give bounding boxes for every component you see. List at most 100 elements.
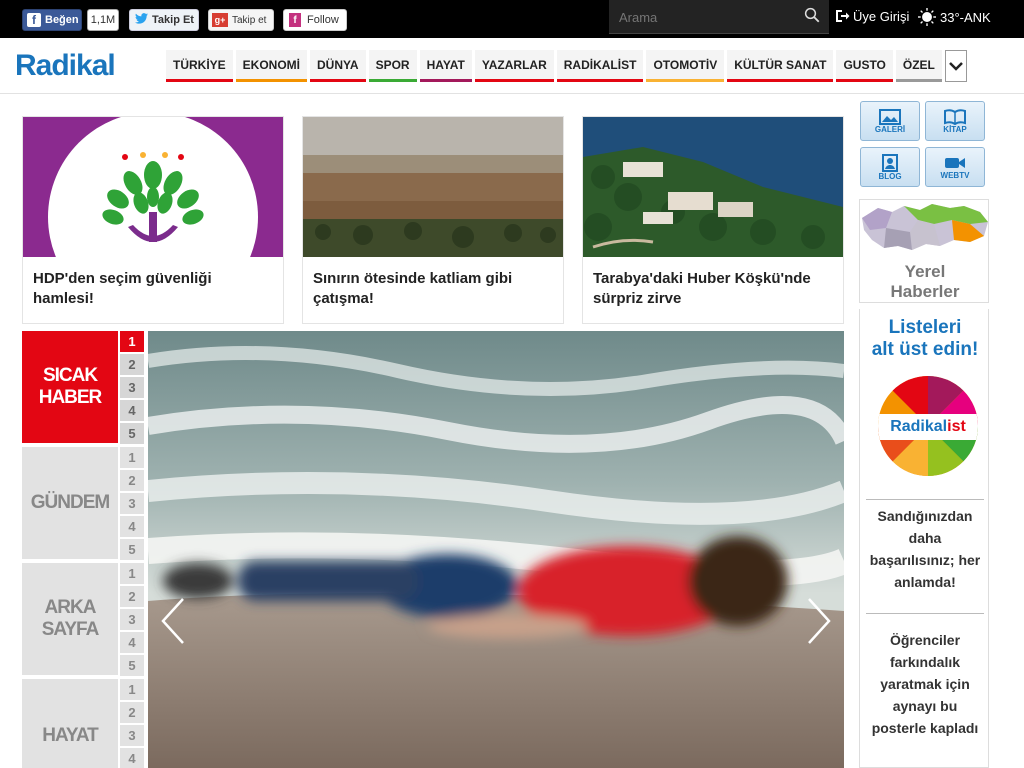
login-link[interactable]: Üye Girişi: [834, 8, 909, 24]
nav-item-ekonomi[interactable]: EKONOMİ: [235, 50, 308, 82]
gallery-button[interactable]: GALERİ: [860, 101, 920, 141]
book-icon: [944, 108, 966, 125]
nav-item-kultur-sanat[interactable]: KÜLTÜR SANAT: [727, 50, 834, 82]
nav-item-turkiye[interactable]: TÜRKİYE: [166, 50, 233, 82]
divider: [866, 613, 984, 614]
tab-hayat[interactable]: HAYAT 1 2 3 4: [22, 679, 148, 768]
webtv-label: WEBTV: [940, 170, 970, 180]
nav-item-label: DÜNYA: [317, 57, 359, 72]
nav-more-button[interactable]: [944, 50, 967, 82]
tab-number[interactable]: 2: [120, 702, 144, 723]
gplus-follow-button[interactable]: g+ Takip et: [208, 9, 274, 31]
nav-item-spor[interactable]: SPOR: [368, 50, 417, 82]
tab-number[interactable]: 1: [120, 679, 144, 700]
nav-item-label: GUSTO: [843, 57, 886, 72]
tab-number[interactable]: 1: [120, 331, 144, 352]
tab-number[interactable]: 1: [120, 563, 144, 584]
slider-tabs: SICAK HABER 1 2 3 4 5 GÜNDEM 1 2 3 4 5 AR…: [22, 331, 148, 768]
nav-item-yazarlar[interactable]: YAZARLAR: [474, 50, 554, 82]
nav-item-label: HAYAT: [426, 57, 465, 72]
gplus-follow-label: Takip et: [232, 14, 267, 26]
weather-widget[interactable]: 33°-ANK: [918, 8, 991, 26]
nav-item-label: TÜRKİYE: [173, 57, 226, 72]
tab-number[interactable]: 5: [120, 539, 144, 560]
blog-label: BLOG: [878, 171, 902, 181]
chevron-down-icon: [949, 62, 963, 71]
slider-next-arrow-icon[interactable]: [804, 596, 834, 646]
nav-item-radikalist[interactable]: RADİKALİST: [556, 50, 644, 82]
promo-text-1[interactable]: Sandığınızdan daha başarılısınız; her an…: [866, 505, 984, 593]
tab-label[interactable]: SICAK HABER: [22, 331, 118, 443]
tab-number[interactable]: 2: [120, 354, 144, 375]
nav-item-label: OTOMOTİV: [653, 57, 718, 72]
tab-number[interactable]: 2: [120, 470, 144, 491]
slider-main-image[interactable]: [148, 331, 844, 768]
nav-item-ozel[interactable]: ÖZEL: [895, 50, 942, 82]
facebook-like-count: 1,1M: [87, 9, 119, 31]
nav-item-gusto[interactable]: GUSTO: [836, 50, 893, 82]
tab-label[interactable]: HAYAT: [22, 679, 118, 768]
nav-item-otomotiv[interactable]: OTOMOTİV: [646, 50, 725, 82]
tab-number[interactable]: 2: [120, 586, 144, 607]
tab-label-line1: HAYAT: [42, 725, 99, 746]
tab-number[interactable]: 4: [120, 748, 144, 768]
radikalist-logo-text: Radikal: [890, 418, 948, 435]
nav-item-dunya[interactable]: DÜNYA: [310, 50, 366, 82]
search-icon[interactable]: [803, 6, 821, 24]
tab-gundem[interactable]: GÜNDEM 1 2 3 4 5: [22, 447, 148, 561]
listeler-heading-line1: Listeleri: [888, 317, 962, 338]
news-card[interactable]: Sınırın ötesinde katliam gibi çatışma!: [302, 116, 564, 324]
nav-item-hayat[interactable]: HAYAT: [419, 50, 472, 82]
nav-item-label: EKONOMİ: [242, 57, 301, 72]
slider-prev-arrow-icon[interactable]: [158, 596, 188, 646]
tab-number[interactable]: 4: [120, 516, 144, 537]
facebook-like-button[interactable]: f Beğen: [22, 9, 82, 31]
blog-icon: [882, 153, 898, 172]
tab-number[interactable]: 4: [120, 400, 144, 421]
tab-sicak-haber[interactable]: SICAK HABER 1 2 3 4 5: [22, 331, 148, 445]
book-button[interactable]: KİTAP: [925, 101, 985, 141]
local-news-box[interactable]: Yerel Haberler: [859, 199, 989, 303]
tab-label-line1: ARKA: [44, 597, 97, 618]
sun-icon: [918, 8, 936, 26]
tab-arka-sayfa[interactable]: ARKA SAYFA 1 2 3 4 5: [22, 563, 148, 677]
webtv-button[interactable]: WEBTV: [925, 147, 985, 187]
news-card[interactable]: Tarabya'daki Huber Köşkü'nde sürpriz zir…: [582, 116, 844, 324]
top-bar: f Beğen 1,1M Takip Et g+ Takip et f Foll…: [0, 0, 1024, 38]
radikalist-promo-box[interactable]: Listeleri alt üst edin! Radikalist Sandı…: [859, 309, 989, 768]
tab-label[interactable]: ARKA SAYFA: [22, 563, 118, 675]
gallery-icon: [879, 108, 901, 125]
tab-number[interactable]: 3: [120, 493, 144, 514]
listeler-heading-line2: alt üst edin!: [871, 339, 979, 360]
nav-item-label: YAZARLAR: [481, 57, 547, 72]
tab-number[interactable]: 3: [120, 609, 144, 630]
tab-number[interactable]: 1: [120, 447, 144, 468]
headline-slider: SICAK HABER 1 2 3 4 5 GÜNDEM 1 2 3 4 5 AR…: [22, 331, 844, 768]
tab-number[interactable]: 5: [120, 655, 144, 676]
tab-number[interactable]: 4: [120, 632, 144, 653]
follow-label: Follow: [307, 14, 339, 26]
tab-number[interactable]: 5: [120, 423, 144, 444]
follow-icon: f: [289, 13, 301, 27]
radikalist-logo-suffix: ist: [947, 418, 966, 435]
huber-mansion-image: [583, 117, 843, 257]
video-camera-icon: [945, 157, 965, 168]
search-box: [609, 0, 829, 34]
tab-number[interactable]: 3: [120, 377, 144, 398]
follow-button[interactable]: f Follow: [283, 9, 347, 31]
blog-button[interactable]: BLOG: [860, 147, 920, 187]
tab-number[interactable]: 3: [120, 725, 144, 746]
search-input[interactable]: [609, 0, 799, 34]
header: Radikal TÜRKİYE EKONOMİ DÜNYA SPOR HAYAT…: [0, 38, 1024, 94]
divider: [866, 499, 984, 500]
twitter-follow-button[interactable]: Takip Et: [129, 9, 199, 31]
promo-text-2[interactable]: Öğrenciler farkındalık yaratmak için ayn…: [866, 629, 984, 739]
tab-label-line1: SICAK: [42, 365, 98, 386]
tab-label-line1: GÜNDEM: [30, 492, 110, 513]
tab-label[interactable]: GÜNDEM: [22, 447, 118, 559]
turkey-map-icon: [862, 204, 988, 250]
facebook-like-label: Beğen: [45, 14, 79, 26]
news-card[interactable]: HDP'den seçim güvenliği hamlesi!: [22, 116, 284, 324]
site-logo[interactable]: Radikal: [15, 49, 116, 83]
right-sidebar: GALERİ KİTAP BLOG WEBTV Yerel Haberler L…: [856, 95, 990, 768]
